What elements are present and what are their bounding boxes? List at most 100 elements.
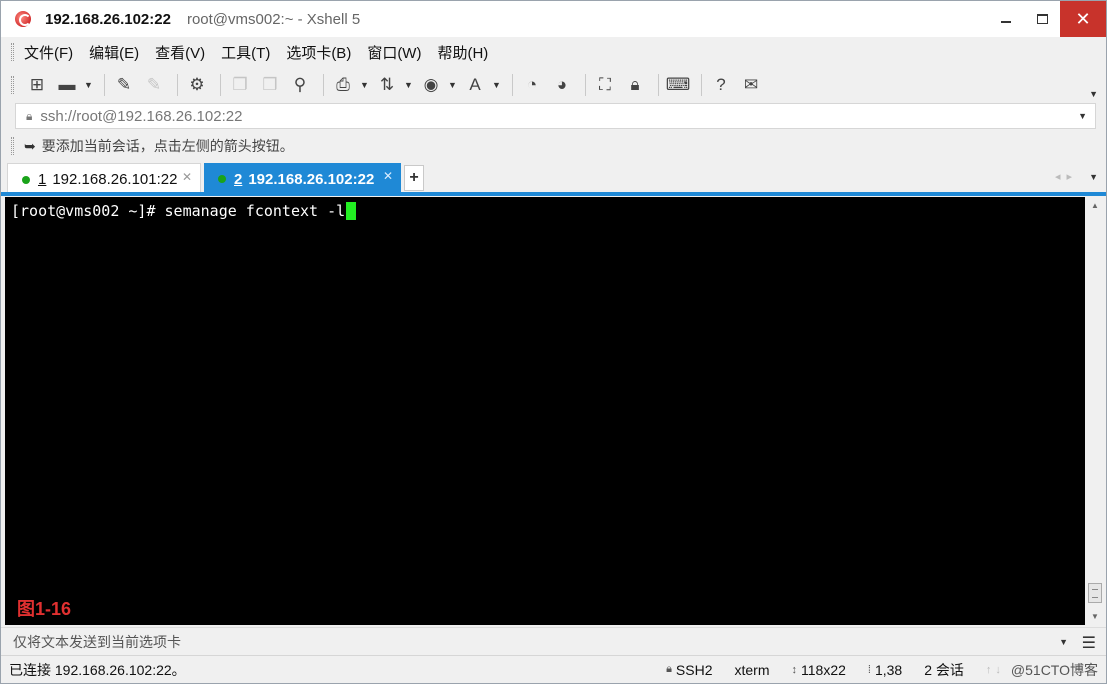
window-title-main: 192.168.26.102:22 (45, 10, 171, 28)
compose-menu-icon[interactable]: ☰ (1082, 633, 1096, 653)
cursor-position-status: ⁞ 1,38 (868, 662, 902, 678)
toolbar-separator (585, 74, 586, 96)
resize-icon: ↕ (791, 663, 798, 676)
session-nav-arrows-icon[interactable]: ↑↓ (986, 664, 1005, 676)
menu-bar: 文件(F) 编辑(E) 查看(V) 工具(T) 选项卡(B) 窗口(W) 帮助(… (1, 37, 1106, 67)
toolbar-grip-handle[interactable] (11, 76, 14, 94)
open-dropdown-icon[interactable]: ▼ (84, 80, 93, 90)
menu-tools[interactable]: 工具(T) (221, 42, 270, 63)
maximize-icon (1036, 14, 1048, 24)
xshell-window: 192.168.26.102:22 root@vms002:~ - Xshell… (0, 0, 1107, 684)
minimize-icon (1001, 21, 1011, 23)
hint-text: 要添加当前会话，点击左侧的箭头按钮。 (41, 138, 294, 154)
terminal-line: [root@vms002 ~]# semanage fcontext -l (11, 202, 1079, 220)
hint-grip-handle[interactable] (11, 137, 14, 155)
figure-label: 图1-16 (17, 599, 72, 619)
font-icon[interactable]: A (462, 72, 488, 98)
scroll-up-icon[interactable]: ▲ (1091, 201, 1099, 210)
tab-scroll-arrows-icon[interactable]: ◂▸ (1055, 170, 1078, 183)
terminal-size-text: 118x22 (801, 661, 846, 678)
find-icon[interactable]: ⚲ (287, 72, 313, 98)
close-tab-icon[interactable]: ✕ (182, 170, 192, 184)
protocol-status: 🔒︎ SSH2 (666, 662, 712, 678)
transfer-dropdown-icon[interactable]: ▼ (404, 80, 413, 90)
window-controls: ✕ (988, 1, 1106, 37)
active-tab-accent-line (1, 192, 1106, 196)
tab-session-1[interactable]: 1 192.168.26.101:22 ✕ (7, 163, 201, 195)
tab-number: 2 (234, 170, 243, 188)
menu-help[interactable]: 帮助(H) (437, 42, 488, 63)
copy-icon[interactable]: ❐ (227, 72, 253, 98)
connection-status-icon (22, 175, 30, 184)
tab-number: 1 (38, 171, 47, 188)
address-text: ssh://root@192.168.26.102:22 (40, 107, 243, 125)
xmanager-icon[interactable]: ◕ (549, 72, 575, 98)
tab-bar: 1 192.168.26.101:22 ✕ 2 192.168.26.102:2… (1, 163, 1106, 195)
close-tab-icon[interactable]: ✕ (383, 169, 393, 183)
print-icon[interactable]: ⎙ (330, 72, 356, 98)
xftp-icon[interactable]: ◔ (519, 72, 545, 98)
hint-bar: ➥ 要添加当前会话，点击左侧的箭头按钮。 (1, 132, 1106, 160)
scrollbar-thumb[interactable] (1088, 583, 1102, 603)
maximize-button[interactable] (1024, 1, 1060, 37)
tab-list-dropdown-icon[interactable]: ▼ (1089, 172, 1098, 182)
minimize-button[interactable] (988, 1, 1024, 37)
chat-icon[interactable]: ✉ (738, 72, 764, 98)
window-title-sub: root@vms002:~ - Xshell 5 (186, 10, 361, 28)
disconnect-icon[interactable]: ✎ (141, 72, 167, 98)
toolbar-separator (701, 74, 702, 96)
title-bar: 192.168.26.102:22 root@vms002:~ - Xshell… (1, 1, 1106, 37)
font-dropdown-icon[interactable]: ▼ (492, 80, 501, 90)
toolbar-separator (323, 74, 324, 96)
toolbar: ⊞ ▬ ▼ ✎ ✎ ⚙ ❐ ❒ ⚲ ⎙ ▼ ⇅ ▼ ◉ ▼ A ▼ ◔ ◕ ⛶ … (1, 67, 1106, 103)
toolbar-separator (177, 74, 178, 96)
terminal-prompt-text: [root@vms002 ~]# semanage fcontext -l (11, 202, 346, 220)
address-bar[interactable]: 🔒︎ ssh://root@192.168.26.102:22 ▼ (15, 103, 1096, 129)
session-count-status: 2 会话 (924, 661, 964, 678)
menu-edit[interactable]: 编辑(E) (89, 42, 139, 63)
toolbar-separator (658, 74, 659, 96)
add-tab-button[interactable]: + (404, 165, 424, 191)
menu-view[interactable]: 查看(V) (155, 42, 205, 63)
add-session-arrow-icon[interactable]: ➥ (24, 138, 36, 155)
compose-input-placeholder: 仅将文本发送到当前选项卡 (13, 633, 181, 650)
protocol-text: SSH2 (675, 661, 713, 678)
paste-icon[interactable]: ❒ (257, 72, 283, 98)
terminal-scrollbar[interactable]: ▲ ▼ (1085, 197, 1105, 625)
tab-session-2[interactable]: 2 192.168.26.102:22 ✕ (204, 163, 401, 195)
xshell-logo-icon[interactable] (13, 9, 33, 29)
tab-label: 192.168.26.101:22 (52, 171, 178, 188)
menu-file[interactable]: 文件(F) (24, 42, 73, 63)
lock-icon[interactable]: 🔒︎ (622, 72, 648, 98)
menu-window[interactable]: 窗口(W) (367, 42, 421, 63)
open-folder-icon[interactable]: ▬ (54, 72, 80, 98)
print-dropdown-icon[interactable]: ▼ (360, 80, 369, 90)
toolbar-separator (104, 74, 105, 96)
new-session-icon[interactable]: ⊞ (24, 72, 50, 98)
properties-icon[interactable]: ⚙ (184, 72, 210, 98)
close-icon: ✕ (1075, 8, 1091, 29)
keyboard-icon[interactable]: ⌨ (665, 72, 691, 98)
help-icon[interactable]: ? (708, 72, 734, 98)
terminal-area[interactable]: [root@vms002 ~]# semanage fcontext -l 图1… (5, 197, 1085, 625)
compose-bar[interactable]: 仅将文本发送到当前选项卡 ▼ ☰ (1, 627, 1106, 655)
toolbar-overflow-icon[interactable]: ▼ (1089, 89, 1098, 99)
fullscreen-icon[interactable]: ⛶ (592, 72, 618, 98)
cursor-position-icon: ⁞ (867, 663, 871, 676)
connect-icon[interactable]: ✎ (111, 72, 137, 98)
cursor-position-text: 1,38 (874, 661, 903, 678)
address-dropdown-icon[interactable]: ▼ (1078, 111, 1087, 121)
lock-icon: 🔒︎ (666, 663, 672, 675)
toolbar-separator (220, 74, 221, 96)
globe-dropdown-icon[interactable]: ▼ (448, 80, 457, 90)
menu-tabs[interactable]: 选项卡(B) (286, 42, 351, 63)
close-button[interactable]: ✕ (1060, 1, 1106, 37)
globe-icon[interactable]: ◉ (418, 72, 444, 98)
scroll-down-icon[interactable]: ▼ (1091, 612, 1099, 621)
connection-status-text: 已连接 192.168.26.102:22。 (9, 661, 186, 678)
terminal-size-status: ↕ 118x22 (792, 662, 846, 678)
transfer-icon[interactable]: ⇅ (374, 72, 400, 98)
status-bar: 已连接 192.168.26.102:22。 🔒︎ SSH2 xterm ↕ 118… (1, 655, 1106, 683)
menu-grip-handle[interactable] (11, 43, 14, 61)
compose-dropdown-icon[interactable]: ▼ (1059, 637, 1068, 647)
